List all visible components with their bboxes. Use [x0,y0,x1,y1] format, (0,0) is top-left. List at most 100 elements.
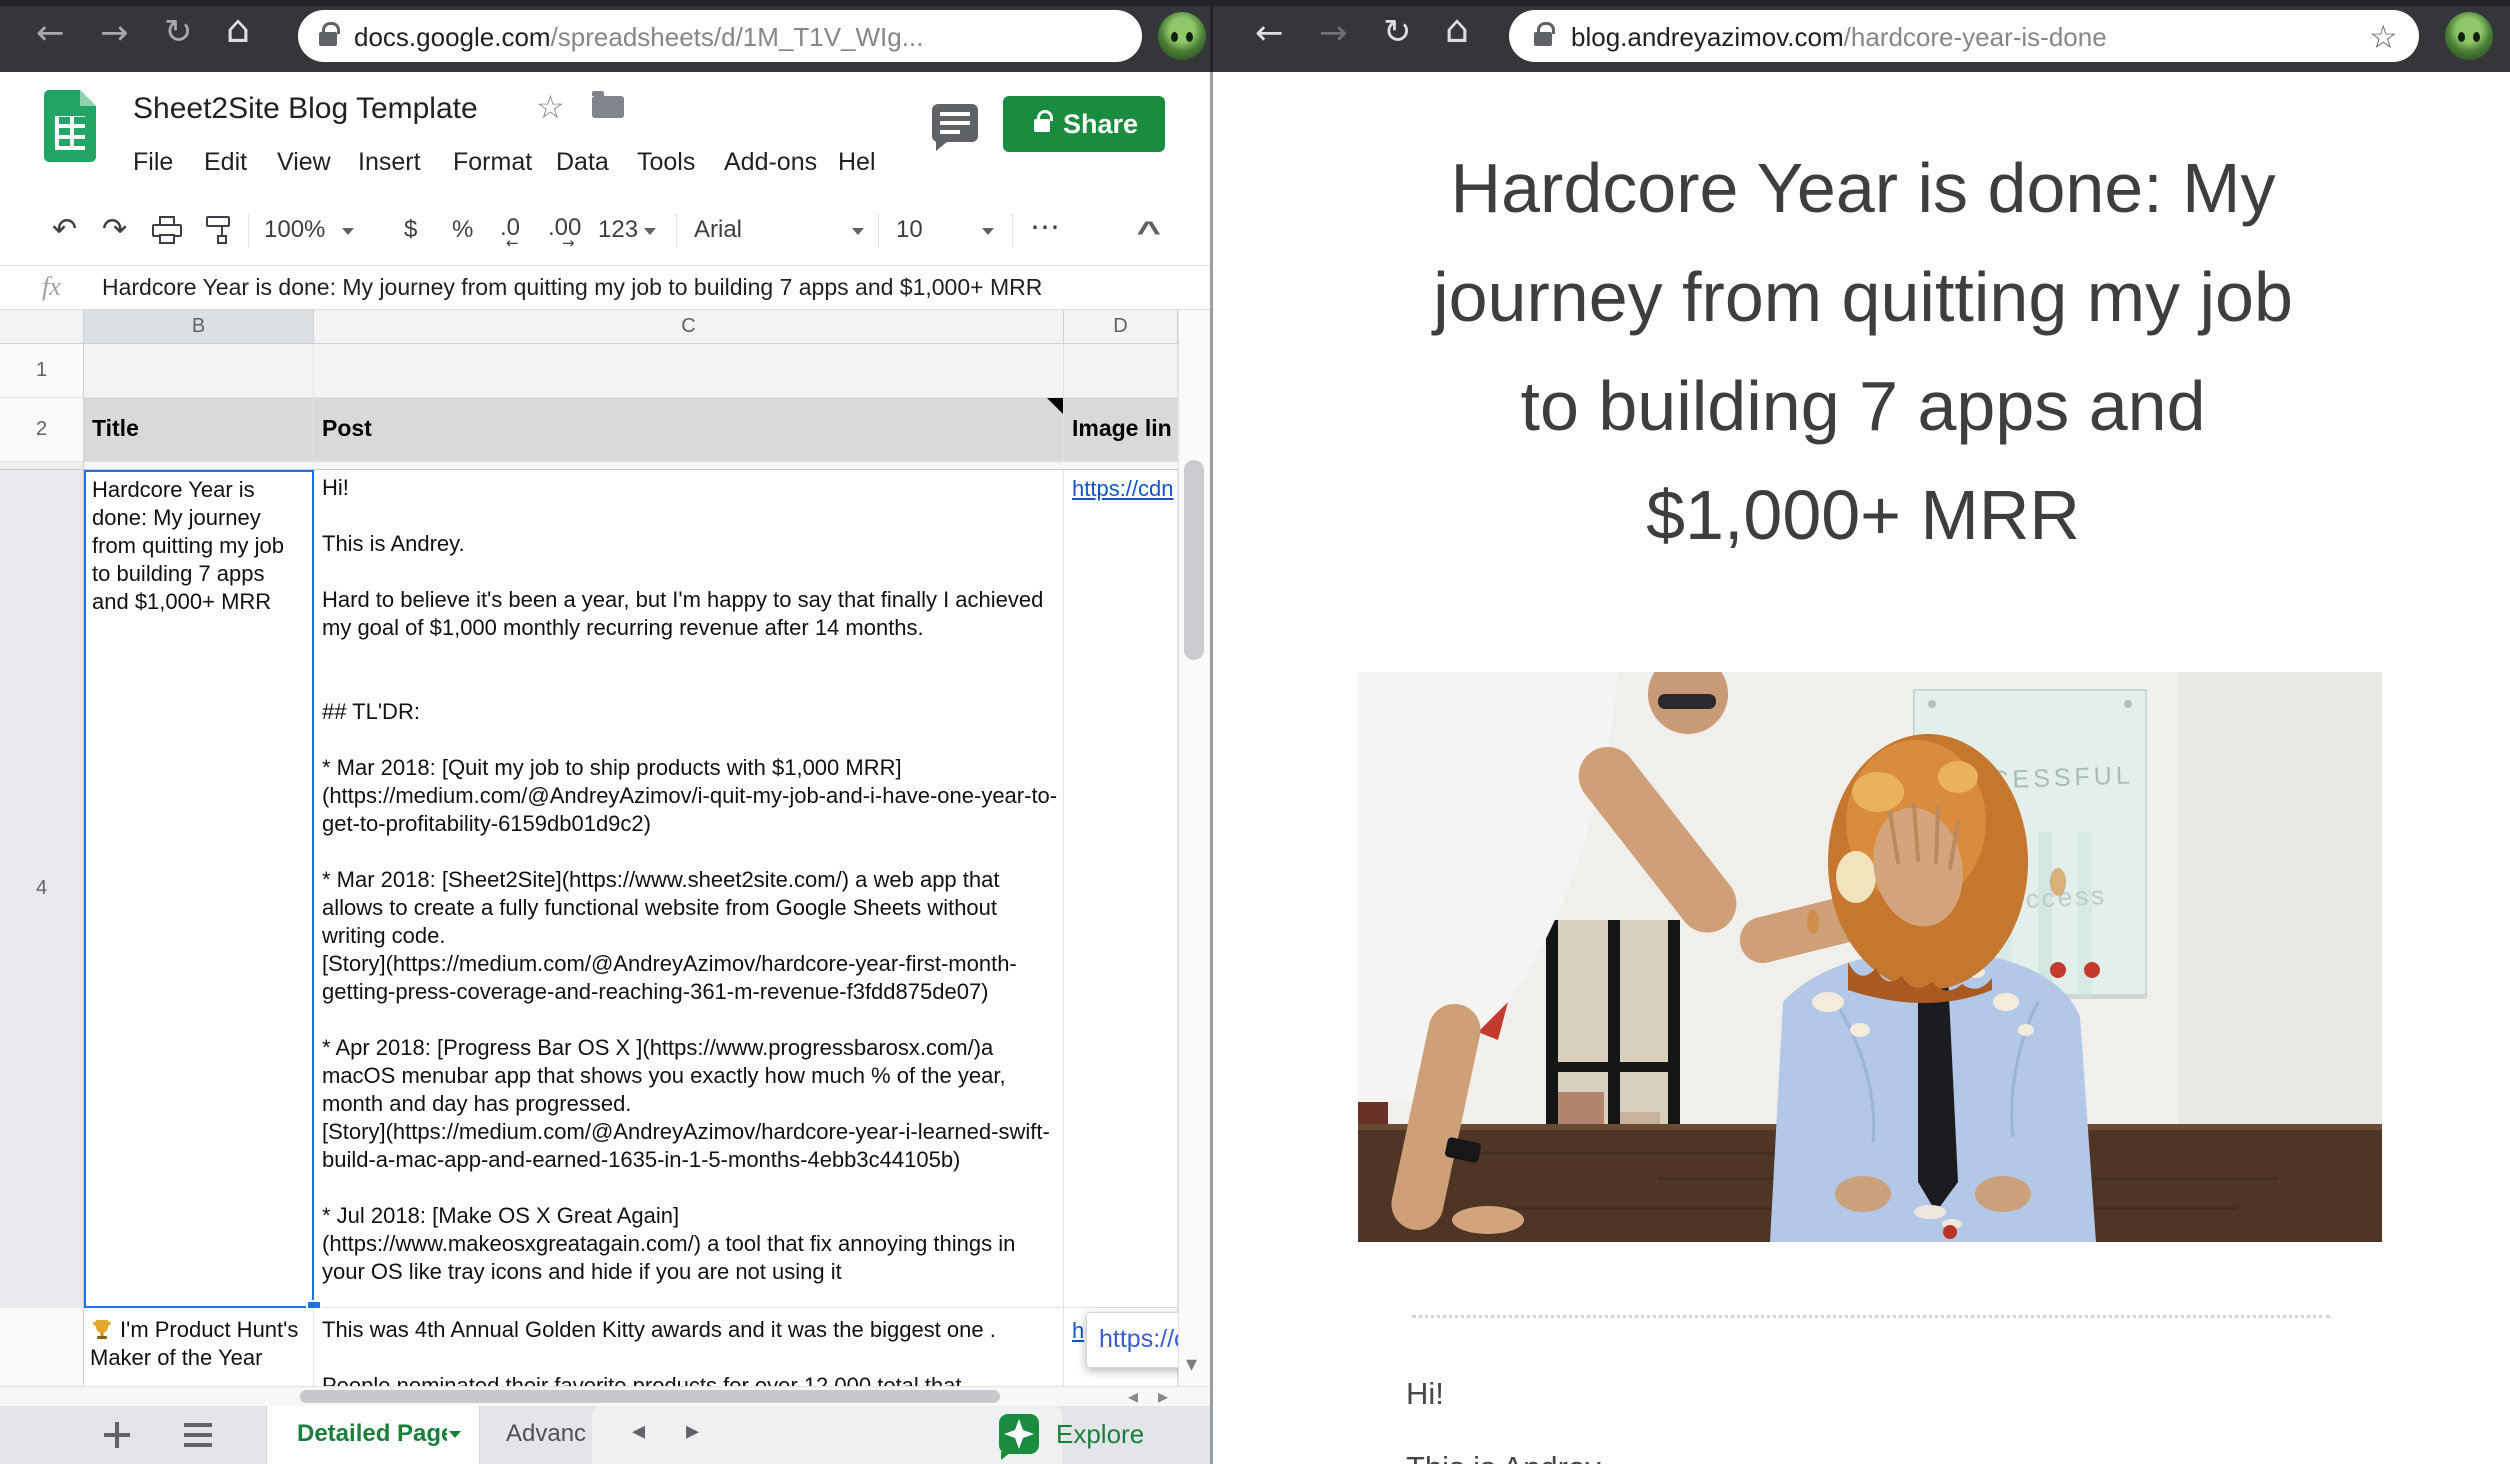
home-icon[interactable]: ⌂ [226,14,250,44]
font-select[interactable]: Arial [694,216,869,248]
tab-scroll-next-icon[interactable]: ▸ [686,1416,699,1446]
reload-icon[interactable]: ↻ [164,17,193,47]
zoom-value: 100% [264,216,325,243]
cell-b5-text: I'm Product Hunt's Maker of the Year [90,1316,306,1372]
vertical-scrollbar-thumb[interactable] [1184,460,1204,660]
reload-icon[interactable]: ↻ [1383,17,1412,47]
share-button[interactable]: Share [1003,96,1165,152]
cell-b4-text: Hardcore Year is done: My journey from q… [92,476,306,1302]
tab-options-caret-icon[interactable] [449,1431,461,1438]
redo-icon[interactable]: ↷ [102,212,127,247]
right-profile-avatar[interactable] [2445,12,2493,60]
blog-post-title: Hardcore Year is done: My journey from q… [1273,134,2453,570]
hidden-row-strip-gutter[interactable] [0,462,84,470]
decrease-decimal-arrow-icon: ← [506,234,519,252]
explore-button[interactable] [999,1414,1039,1454]
menu-insert[interactable]: Insert [358,148,421,177]
cell-b5[interactable]: I'm Product Hunt's Maker of the Year [84,1308,314,1386]
tab-advanced[interactable]: Advanc [480,1406,592,1464]
right-url-bar[interactable]: blog.andreyazimov.com/hardcore-year-is-d… [1509,10,2419,62]
grid-corner[interactable] [0,310,84,344]
sheets-file-icon-fold2 [80,90,96,106]
star-doc-icon[interactable]: ☆ [536,88,565,126]
menu-help[interactable]: Hel [838,148,876,177]
explore-label[interactable]: Explore [1056,1419,1144,1450]
col-header-d[interactable]: D [1064,310,1178,344]
cell-c1[interactable] [314,344,1064,398]
menu-file[interactable]: File [133,148,173,177]
menu-data[interactable]: Data [556,148,609,177]
left-url-bar[interactable]: docs.google.com/spreadsheets/d/1M_T1V_WI… [298,10,1142,62]
back-icon[interactable]: ← [1255,18,1284,48]
add-sheet-icon[interactable] [104,1422,130,1448]
left-profile-avatar[interactable] [1158,12,1206,60]
forward-icon[interactable]: → [100,18,129,48]
number-format-button[interactable]: 123 [598,216,668,248]
menu-addons[interactable]: Add-ons [724,148,817,177]
col-header-c[interactable]: C [314,310,1064,344]
undo-icon[interactable]: ↶ [52,212,77,247]
cell-b2-title[interactable]: Title [84,398,314,462]
comment-tail [936,141,948,151]
post-greeting: Hi! [1406,1376,1444,1412]
right-browser-toolbar: ← → ↻ ⌂ blog.andreyazimov.com/hardcore-y… [1213,0,2510,72]
collapse-toolbar-button[interactable]: ^ [1136,216,1161,250]
back-icon[interactable]: ← [36,18,65,48]
folder-icon[interactable] [592,96,624,118]
cell-b4-selected[interactable]: Hardcore Year is done: My journey from q… [84,470,314,1308]
font-size-caret-icon [982,228,994,235]
number-format-caret-icon [644,228,656,235]
cell-d5-link[interactable]: h [1072,1318,1084,1344]
col-header-b[interactable]: B [84,310,314,344]
avatar-eye-left [1171,32,1178,42]
cell-b1[interactable] [84,344,314,398]
menu-edit[interactable]: Edit [204,148,247,177]
bookmark-star-icon[interactable]: ☆ [2369,18,2398,56]
menu-tools[interactable]: Tools [637,148,695,177]
print-icon[interactable] [152,216,182,246]
vertical-scrollbar-down-icon[interactable]: ▾ [1186,1352,1197,1377]
menu-view[interactable]: View [277,148,331,177]
cell-d2-imagelink[interactable]: Image lin [1064,398,1178,462]
right-url-text[interactable]: blog.andreyazimov.com/hardcore-year-is-d… [1571,22,2331,53]
hscroll-left-icon[interactable]: ◂ [1128,1384,1138,1408]
tab-detailed-pages[interactable]: Detailed Pages [266,1406,480,1464]
blog-hero-photo: SUCCESSFUL Success [1358,672,2382,1242]
horizontal-scrollbar-thumb[interactable] [300,1390,1000,1403]
hscroll-right-icon[interactable]: ▸ [1158,1384,1168,1408]
horizontal-scrollbar[interactable]: ◂ ▸ [0,1386,1210,1406]
explore-tail [1001,1452,1011,1460]
cell-c4[interactable]: Hi! This is Andrey. Hard to believe it's… [314,470,1064,1308]
tab-scroll-prev-icon[interactable]: ◂ [632,1416,645,1446]
cell-d1[interactable] [1064,344,1178,398]
formula-input[interactable]: Hardcore Year is done: My journey from q… [102,274,1182,301]
cell-d4[interactable]: https://cdn [1064,470,1178,1308]
blog-page: Hardcore Year is done: My journey from q… [1213,72,2510,1464]
post-divider [1412,1315,2330,1318]
screen: ← → ↻ ⌂ docs.google.com/spreadsheets/d/1… [0,0,2510,1464]
row-header-5[interactable] [0,1308,84,1386]
zoom-select[interactable]: 100% [264,216,364,248]
all-sheets-menu-icon[interactable] [184,1422,212,1448]
comment-history-icon[interactable] [932,104,978,142]
more-toolbar-button[interactable]: ⋯ [1030,210,1060,245]
doc-title[interactable]: Sheet2Site Blog Template [133,92,533,126]
cell-d2-text: Image lin [1072,415,1176,442]
format-currency-button[interactable]: $ [404,216,417,244]
forward-icon[interactable]: → [1319,18,1348,48]
cell-d4-link[interactable]: https://cdn [1072,476,1176,502]
row-header-2[interactable]: 2 [0,398,84,462]
cell-c5[interactable]: This was 4th Annual Golden Kitty awards … [314,1308,1064,1386]
row-header-4[interactable]: 4 [0,470,84,1308]
menu-format[interactable]: Format [453,148,532,177]
sheets-file-icon[interactable] [44,90,96,162]
format-percent-button[interactable]: % [452,216,473,244]
font-size-select[interactable]: 10 [896,216,1000,248]
row-header-1[interactable]: 1 [0,344,84,398]
post-intro-line: This is Andrey. [1406,1450,1607,1464]
home-icon[interactable]: ⌂ [1445,14,1469,44]
paint-format-icon[interactable] [206,216,232,246]
formula-bar: fx Hardcore Year is done: My journey fro… [0,266,1210,310]
cell-c2-post[interactable]: Post [314,398,1064,462]
left-url-text[interactable]: docs.google.com/spreadsheets/d/1M_T1V_WI… [354,22,1074,53]
